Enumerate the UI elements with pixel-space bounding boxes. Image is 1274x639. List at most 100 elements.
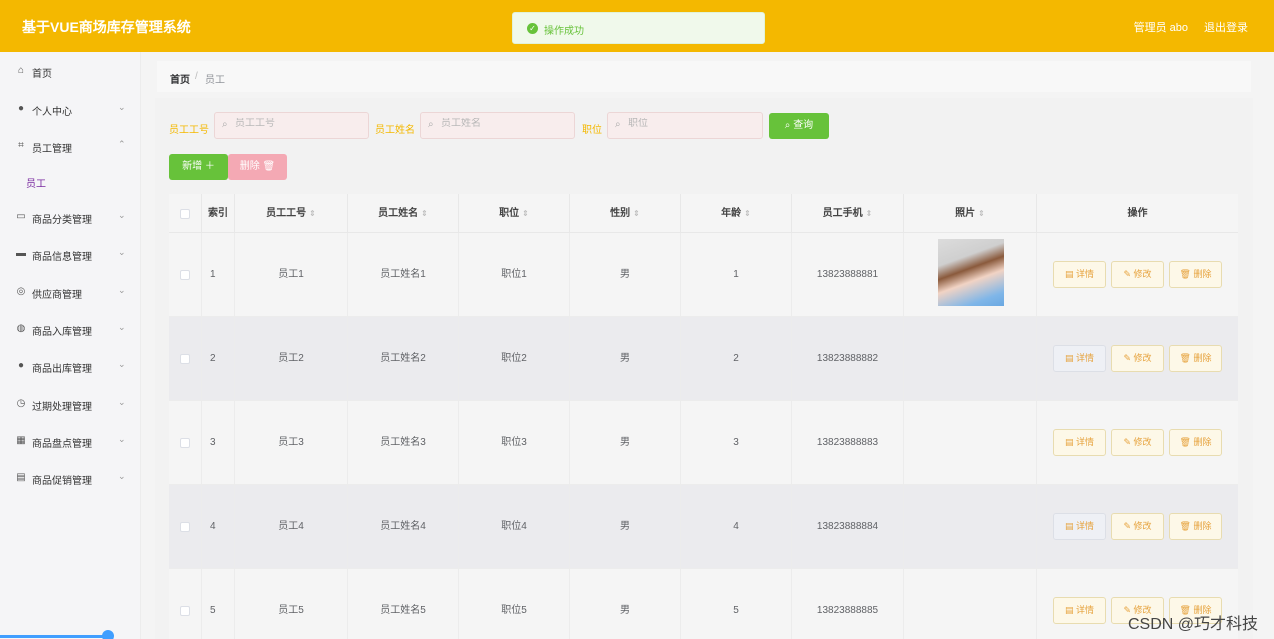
sidebar-item-label: 商品分类管理 <box>32 215 92 226</box>
detail-button[interactable]: ▤ 详情 <box>1053 513 1106 540</box>
row-checkbox[interactable] <box>180 606 190 616</box>
cell-employee-name: 员工姓名5 <box>348 569 459 639</box>
col-photo[interactable]: 照片 ⇕ <box>904 194 1037 233</box>
row-checkbox[interactable] <box>180 270 190 280</box>
col-age[interactable]: 年龄 ⇕ <box>681 194 792 233</box>
edit-button[interactable]: ✎ 修改 <box>1111 261 1164 288</box>
row-checkbox[interactable] <box>180 438 190 448</box>
sidebar-item-product-info[interactable]: ▬ 商品信息管理 ⌄ <box>0 235 141 272</box>
sidebar-item-employee-mgmt[interactable]: ⌗ 员工管理 ⌃ <box>0 127 141 164</box>
cell-employee-no: 员工4 <box>235 485 348 569</box>
app-title: 基于VUE商场库存管理系统 <box>22 19 191 35</box>
detail-label: 详情 <box>1076 437 1095 447</box>
delete-button[interactable]: 🗑 删除 <box>1169 513 1222 540</box>
delete-label: 删除 <box>1193 521 1212 531</box>
col-actions: 操作 <box>1037 194 1238 233</box>
detail-button[interactable]: ▤ 详情 <box>1053 429 1106 456</box>
sidebar-item-supplier[interactable]: ◎ 供应商管理 ⌄ <box>0 273 141 310</box>
employee-name-input[interactable] <box>441 118 561 129</box>
sidebar-item-label: 商品入库管理 <box>32 327 92 338</box>
row-select-cell <box>169 401 202 485</box>
table-row: 1 员工1 员工姓名1 职位1 男 1 13823888881 ▤ 详情 ✎ 修… <box>169 233 1238 317</box>
breadcrumb-home[interactable]: 首页 <box>170 71 190 86</box>
col-gender[interactable]: 性别 ⇕ <box>570 194 681 233</box>
col-photo-label: 照片 <box>955 208 976 219</box>
row-select-cell <box>169 485 202 569</box>
edit-button[interactable]: ✎ 修改 <box>1111 345 1164 372</box>
cell-index: 1 <box>202 233 235 317</box>
detail-label: 详情 <box>1076 269 1095 279</box>
cell-employee-no: 员工3 <box>235 401 348 485</box>
select-all-checkbox[interactable] <box>180 209 190 219</box>
row-checkbox[interactable] <box>180 354 190 364</box>
position-input[interactable] <box>628 118 748 129</box>
sidebar-item-home[interactable]: ⌂ 首页 <box>0 52 141 89</box>
breadcrumb: 首页 / 员工 <box>157 61 1251 92</box>
sidebar-item-category[interactable]: ▭ 商品分类管理 ⌄ <box>0 198 141 235</box>
sidebar-item-stock-in[interactable]: ◍ 商品入库管理 ⌄ <box>0 310 141 347</box>
horizontal-scrollbar[interactable] <box>0 635 112 638</box>
sort-icon[interactable]: ⇕ <box>978 209 985 218</box>
chevron-up-icon: ⌃ <box>118 139 126 149</box>
sidebar-item-stock-out[interactable]: ● 商品出库管理 ⌄ <box>0 347 141 384</box>
employee-no-input[interactable] <box>235 118 355 129</box>
col-employee-no-label: 员工工号 <box>266 208 307 219</box>
col-position[interactable]: 职位 ⇕ <box>459 194 570 233</box>
sidebar-subitem-employee[interactable]: 员工 <box>0 166 141 196</box>
sidebar-item-promotion[interactable]: ▤ 商品促销管理 ⌄ <box>0 459 141 496</box>
col-employee-name[interactable]: 员工姓名 ⇕ <box>348 194 459 233</box>
sidebar-item-label: 首页 <box>32 69 52 80</box>
current-user[interactable]: 管理员 abo <box>1134 19 1188 35</box>
detail-button[interactable]: ▤ 详情 <box>1053 345 1106 372</box>
col-phone[interactable]: 员工手机 ⇕ <box>792 194 904 233</box>
row-checkbox[interactable] <box>180 522 190 532</box>
clock-icon: ◷ <box>16 398 26 409</box>
clipboard-icon: ▤ <box>16 472 26 483</box>
col-employee-no[interactable]: 员工工号 ⇕ <box>235 194 348 233</box>
filter-label-employee-no: 员工工号 <box>169 125 209 136</box>
sort-icon[interactable]: ⇕ <box>866 209 873 218</box>
check-circle-icon: ✓ <box>527 23 538 34</box>
sidebar-item-inventory[interactable]: ▦ 商品盘点管理 ⌄ <box>0 422 141 459</box>
cell-employee-name: 员工姓名3 <box>348 401 459 485</box>
compass-icon: ◎ <box>16 286 26 297</box>
toast-message: 操作成功 <box>544 26 584 37</box>
sidebar-item-profile[interactable]: ● 个人中心 ⌄ <box>0 90 141 127</box>
cell-photo <box>904 569 1037 639</box>
table-row: 5 员工5 员工姓名5 职位5 男 5 13823888885 ▤ 详情 ✎ 修… <box>169 569 1238 639</box>
breadcrumb-current: 员工 <box>205 75 225 86</box>
detail-button[interactable]: ▤ 详情 <box>1053 261 1106 288</box>
delete-label: 删除 <box>1193 437 1212 447</box>
sort-icon[interactable]: ⇕ <box>744 209 751 218</box>
edit-button[interactable]: ✎ 修改 <box>1111 513 1164 540</box>
edit-button[interactable]: ✎ 修改 <box>1111 429 1164 456</box>
search-icon: ⌕ <box>615 119 621 130</box>
logout-link[interactable]: 退出登录 <box>1204 19 1248 35</box>
employee-name-input-wrap: ⌕ <box>420 112 575 139</box>
cell-age: 1 <box>681 233 792 317</box>
chevron-down-icon: ⌄ <box>118 434 126 444</box>
delete-button[interactable]: 🗑 删除 <box>1169 345 1222 372</box>
cell-index: 2 <box>202 317 235 401</box>
employee-photo[interactable] <box>938 239 1004 306</box>
cell-employee-no: 员工5 <box>235 569 348 639</box>
scrollbar-handle[interactable] <box>102 630 114 639</box>
table-header: 索引 员工工号 ⇕ 员工姓名 ⇕ 职位 ⇕ 性别 ⇕ 年龄 ⇕ 员工手机 ⇕ 照片 ⇕ 操作 <box>169 194 1238 233</box>
sort-icon[interactable]: ⇕ <box>522 209 529 218</box>
sort-icon[interactable]: ⇕ <box>421 209 428 218</box>
sort-icon[interactable]: ⇕ <box>633 209 640 218</box>
cell-gender: 男 <box>570 317 681 401</box>
category-icon: ▭ <box>16 211 26 222</box>
sort-icon[interactable]: ⇕ <box>309 209 316 218</box>
delete-button[interactable]: 🗑 删除 <box>1169 261 1222 288</box>
sidebar-item-expired[interactable]: ◷ 过期处理管理 ⌄ <box>0 385 141 422</box>
cell-index: 3 <box>202 401 235 485</box>
delete-button[interactable]: 🗑 删除 <box>1169 429 1222 456</box>
query-button[interactable]: ⌕ 查询 <box>769 113 829 139</box>
batch-delete-button[interactable]: 删除 🗑 <box>228 154 287 180</box>
chevron-down-icon: ⌄ <box>118 102 126 112</box>
filter-label-position: 职位 <box>582 125 602 136</box>
row-select-cell <box>169 569 202 639</box>
add-button[interactable]: 新增 ＋ <box>169 154 228 180</box>
detail-button[interactable]: ▤ 详情 <box>1053 597 1106 624</box>
